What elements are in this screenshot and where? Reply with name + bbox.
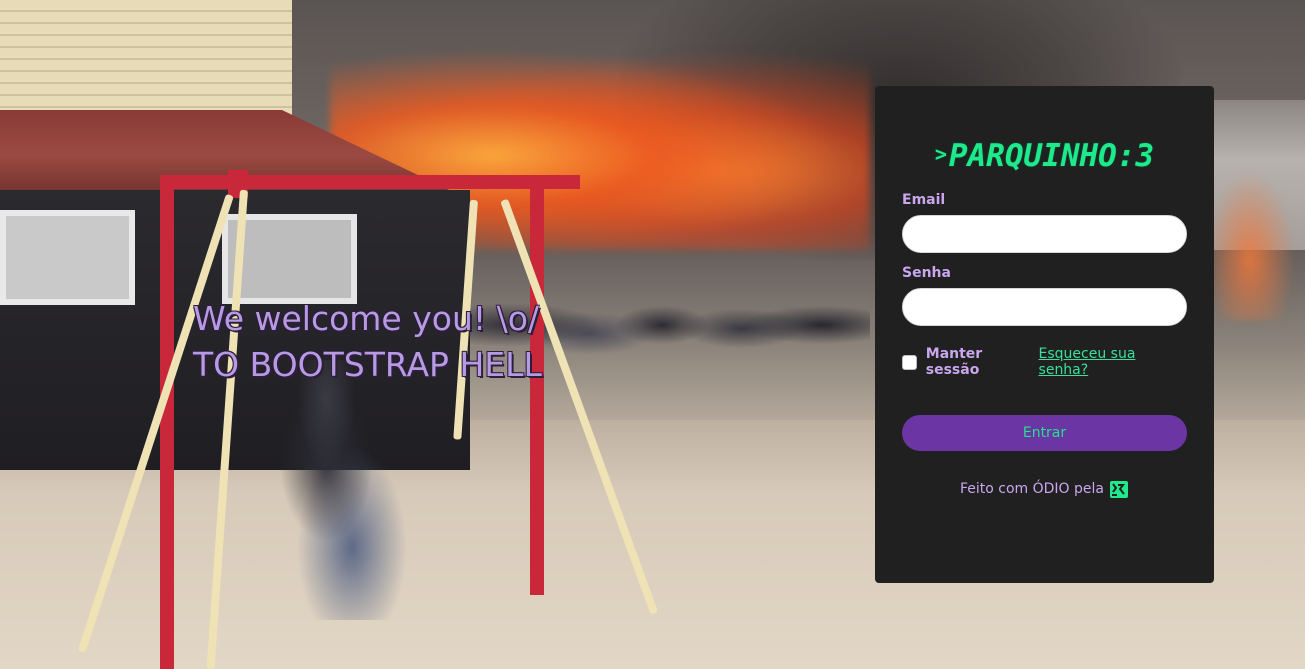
password-label: Senha bbox=[902, 265, 951, 281]
welcome-line-2: TO BOOTSTRAP HELL bbox=[193, 345, 542, 384]
login-card: >PARQUINHO:3 Email Senha Manter sessão E… bbox=[875, 86, 1214, 583]
password-field[interactable] bbox=[902, 288, 1187, 326]
footer-text: Feito com ÓDIO pela bbox=[959, 481, 1104, 497]
footer: Feito com ÓDIO pela bbox=[902, 479, 1187, 499]
login-options: Manter sessão Esqueceu sua senha? bbox=[902, 346, 1187, 378]
logo-prompt: > bbox=[934, 142, 947, 166]
team-logo-icon bbox=[1109, 479, 1129, 499]
email-label: Email bbox=[902, 192, 946, 208]
remember-label: Manter sessão bbox=[925, 346, 983, 378]
logo-text: PARQUINHO:3 bbox=[948, 138, 1155, 174]
welcome-message: We welcome you! \o/ TO BOOTSTRAP HELL bbox=[193, 296, 542, 388]
remember-session: Manter sessão bbox=[902, 346, 1039, 378]
brand-logo: >PARQUINHO:3 bbox=[902, 138, 1187, 182]
forgot-password-link[interactable]: Esqueceu sua senha? bbox=[1039, 346, 1187, 378]
email-field[interactable] bbox=[902, 215, 1187, 253]
login-button[interactable]: Entrar bbox=[902, 415, 1187, 451]
remember-checkbox[interactable] bbox=[902, 354, 917, 370]
welcome-line-1: We welcome you! \o/ bbox=[193, 299, 540, 338]
